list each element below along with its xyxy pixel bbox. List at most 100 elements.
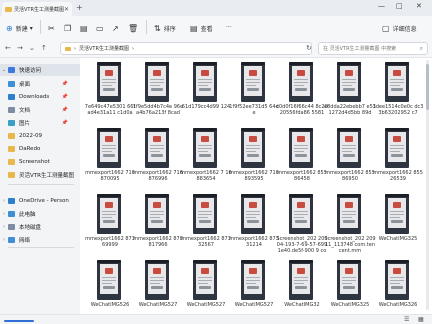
- thumbnail-text-line: [102, 280, 116, 281]
- new-tab-button[interactable]: +: [76, 3, 83, 12]
- file-item[interactable]: mmexport1662 878817966: [132, 194, 184, 258]
- expand-chevron-icon[interactable]: ⌄: [0, 67, 8, 73]
- view-button[interactable]: ▤ 查看: [190, 24, 213, 33]
- large-icons-view-icon[interactable]: ▦: [418, 316, 424, 323]
- expand-chevron-icon[interactable]: ›: [0, 211, 8, 217]
- breadcrumb-current-folder[interactable]: 灵活VTR生工测量截图: [79, 45, 129, 52]
- thumbnail-text-line: [342, 277, 356, 278]
- sidebar-item[interactable]: Downloads 📌: [0, 91, 80, 103]
- expand-chevron-icon[interactable]: ›: [0, 224, 8, 230]
- new-button[interactable]: ⊕ 新建 ▾: [6, 24, 33, 33]
- scrollbar-thumb[interactable]: [426, 64, 429, 110]
- cut-button[interactable]: ✂: [48, 24, 58, 33]
- sidebar-item[interactable]: Screenshot: [0, 156, 80, 168]
- file-item[interactable]: 1f9e5dd4b7c4e 96ea4b76a213f 8cad: [132, 62, 184, 126]
- sidebar-item[interactable]: 2022-09: [0, 130, 80, 142]
- thumbnail-button: [199, 286, 211, 289]
- sidebar-item[interactable]: 桌面 📌: [0, 78, 80, 90]
- file-item[interactable]: 7e649c47e5301 66fad4e31a11 c1d0a: [84, 62, 136, 126]
- paste-button[interactable]: ▤: [80, 24, 91, 33]
- file-item[interactable]: mmexport1662 85586458: [276, 128, 328, 192]
- close-tab-icon[interactable]: ✕: [64, 6, 69, 13]
- sidebar-divider: [8, 184, 74, 185]
- toolbar-divider: [146, 20, 147, 34]
- thumbnail-logo: [105, 70, 113, 76]
- copy-button[interactable]: ❐: [64, 24, 74, 33]
- paste-icon: ▤: [80, 24, 88, 33]
- folder-icon: [8, 133, 15, 139]
- file-item[interactable]: Screenshot_202 20904-193-7-69-57-6991e40…: [276, 194, 328, 258]
- file-item[interactable]: WeChatIMG527: [180, 260, 232, 314]
- share-button[interactable]: ↗: [112, 24, 122, 33]
- close-window-button[interactable]: ✕: [416, 2, 422, 10]
- thumbnail-logo: [153, 202, 161, 208]
- forward-icon[interactable]: →: [17, 44, 23, 52]
- thumbnail-text-line: [150, 82, 164, 83]
- file-item[interactable]: WeChatIMG326: [372, 260, 424, 314]
- image-thumbnail: [193, 128, 217, 168]
- maximize-button[interactable]: □: [396, 2, 403, 10]
- file-item[interactable]: WeChatIMG325: [324, 260, 376, 314]
- file-item[interactable]: 61d179cc4d99 124: [180, 62, 232, 126]
- thumbnail-logo: [105, 202, 113, 208]
- file-item[interactable]: e8dda22ebebb7 e511272d4d5bb 89d: [324, 62, 376, 126]
- file-item[interactable]: mmexport1662 85526539: [372, 128, 424, 192]
- file-item[interactable]: c0d0f16f66c44 8c2020556fda86 5581: [276, 62, 328, 126]
- file-item[interactable]: 1f9f52ee731d5 64de: [228, 62, 280, 126]
- sidebar-item[interactable]: 文档 📌: [0, 104, 80, 116]
- thumbnail-logo: [393, 136, 401, 142]
- thumbnail-text-line: [198, 280, 212, 281]
- file-item[interactable]: mmexport1662 87369999: [84, 194, 136, 258]
- file-item[interactable]: mmexport1662 85586950: [324, 128, 376, 192]
- up-icon[interactable]: ↑: [41, 44, 47, 52]
- search-input[interactable]: 在 灵活VTR生工测量截图 中搜索 ⌕: [318, 42, 428, 55]
- sidebar-item[interactable]: › 此电脑: [0, 208, 80, 220]
- sidebar-item[interactable]: 灵活VTR生工测量截图: [0, 169, 80, 181]
- file-item[interactable]: WeChatIMG325: [372, 194, 424, 258]
- file-item[interactable]: WeChatIMG526: [84, 260, 136, 314]
- file-item[interactable]: mmexport1662 716893595: [228, 128, 280, 192]
- file-item[interactable]: mmexport1662 87332567: [180, 194, 232, 258]
- sidebar-item[interactable]: › 网络: [0, 234, 80, 246]
- file-item[interactable]: Screenshot_202 20911_113748 com.tencent.…: [324, 194, 376, 258]
- delete-button[interactable]: 🗑: [128, 24, 141, 33]
- thumbnail-text-line: [390, 151, 400, 152]
- file-name: WeChatIMG527: [138, 302, 178, 308]
- file-item[interactable]: WeChatIMG527: [132, 260, 184, 314]
- file-item[interactable]: 3dee1514c0e0c dc33b63202952 c7: [372, 62, 424, 126]
- thumbnail-logo: [345, 202, 353, 208]
- thumbnail-text-line: [198, 214, 212, 215]
- sidebar-item[interactable]: › 本地磁盘: [0, 221, 80, 233]
- thumbnail-text-line: [246, 277, 260, 278]
- file-item[interactable]: WeChatIMG32: [276, 260, 328, 314]
- file-item[interactable]: mmexport1662 716876996: [132, 128, 184, 192]
- more-button[interactable]: ···: [226, 24, 232, 31]
- file-item[interactable]: mmexport1662 87331214: [228, 194, 280, 258]
- thumbnail-text-line: [102, 211, 116, 212]
- sidebar-item[interactable]: › OneDrive - Person: [0, 195, 80, 207]
- tab-current-folder[interactable]: 灵活VTR生工测量截图 ✕: [2, 2, 72, 16]
- file-name: WeChatIMG325: [378, 236, 418, 242]
- minimize-button[interactable]: —: [378, 2, 385, 10]
- expand-chevron-icon[interactable]: ›: [0, 237, 8, 243]
- sort-button[interactable]: ⇅ 排序: [154, 24, 176, 33]
- sidebar-item[interactable]: DaRedo: [0, 143, 80, 155]
- details-view-icon[interactable]: ☰: [404, 316, 409, 323]
- expand-chevron-icon[interactable]: ›: [0, 198, 8, 204]
- image-thumbnail: [145, 194, 169, 234]
- thumbnail-text-line: [150, 283, 160, 284]
- back-icon[interactable]: ←: [5, 44, 11, 52]
- file-name: WeChatIMG527: [186, 302, 226, 308]
- sidebar-item[interactable]: ⌄ 快速访问: [0, 64, 80, 76]
- file-item[interactable]: WeChatIMG527: [228, 260, 280, 314]
- refresh-icon[interactable]: ↻: [306, 44, 312, 52]
- details-button[interactable]: ▢ 详细信息: [382, 24, 417, 33]
- sidebar-item[interactable]: 图片 📌: [0, 117, 80, 129]
- address-bar[interactable]: › 灵活VTR生工测量截图 ›: [60, 42, 312, 55]
- recent-locations-icon[interactable]: ⌄: [29, 44, 35, 52]
- file-item[interactable]: mmexport1662 716870095: [84, 128, 136, 192]
- file-item[interactable]: mmexport1662 7 16883654: [180, 128, 232, 192]
- rename-button[interactable]: ▭: [96, 24, 107, 33]
- image-thumbnail: [337, 128, 361, 168]
- thumbnail-text-line: [246, 217, 256, 218]
